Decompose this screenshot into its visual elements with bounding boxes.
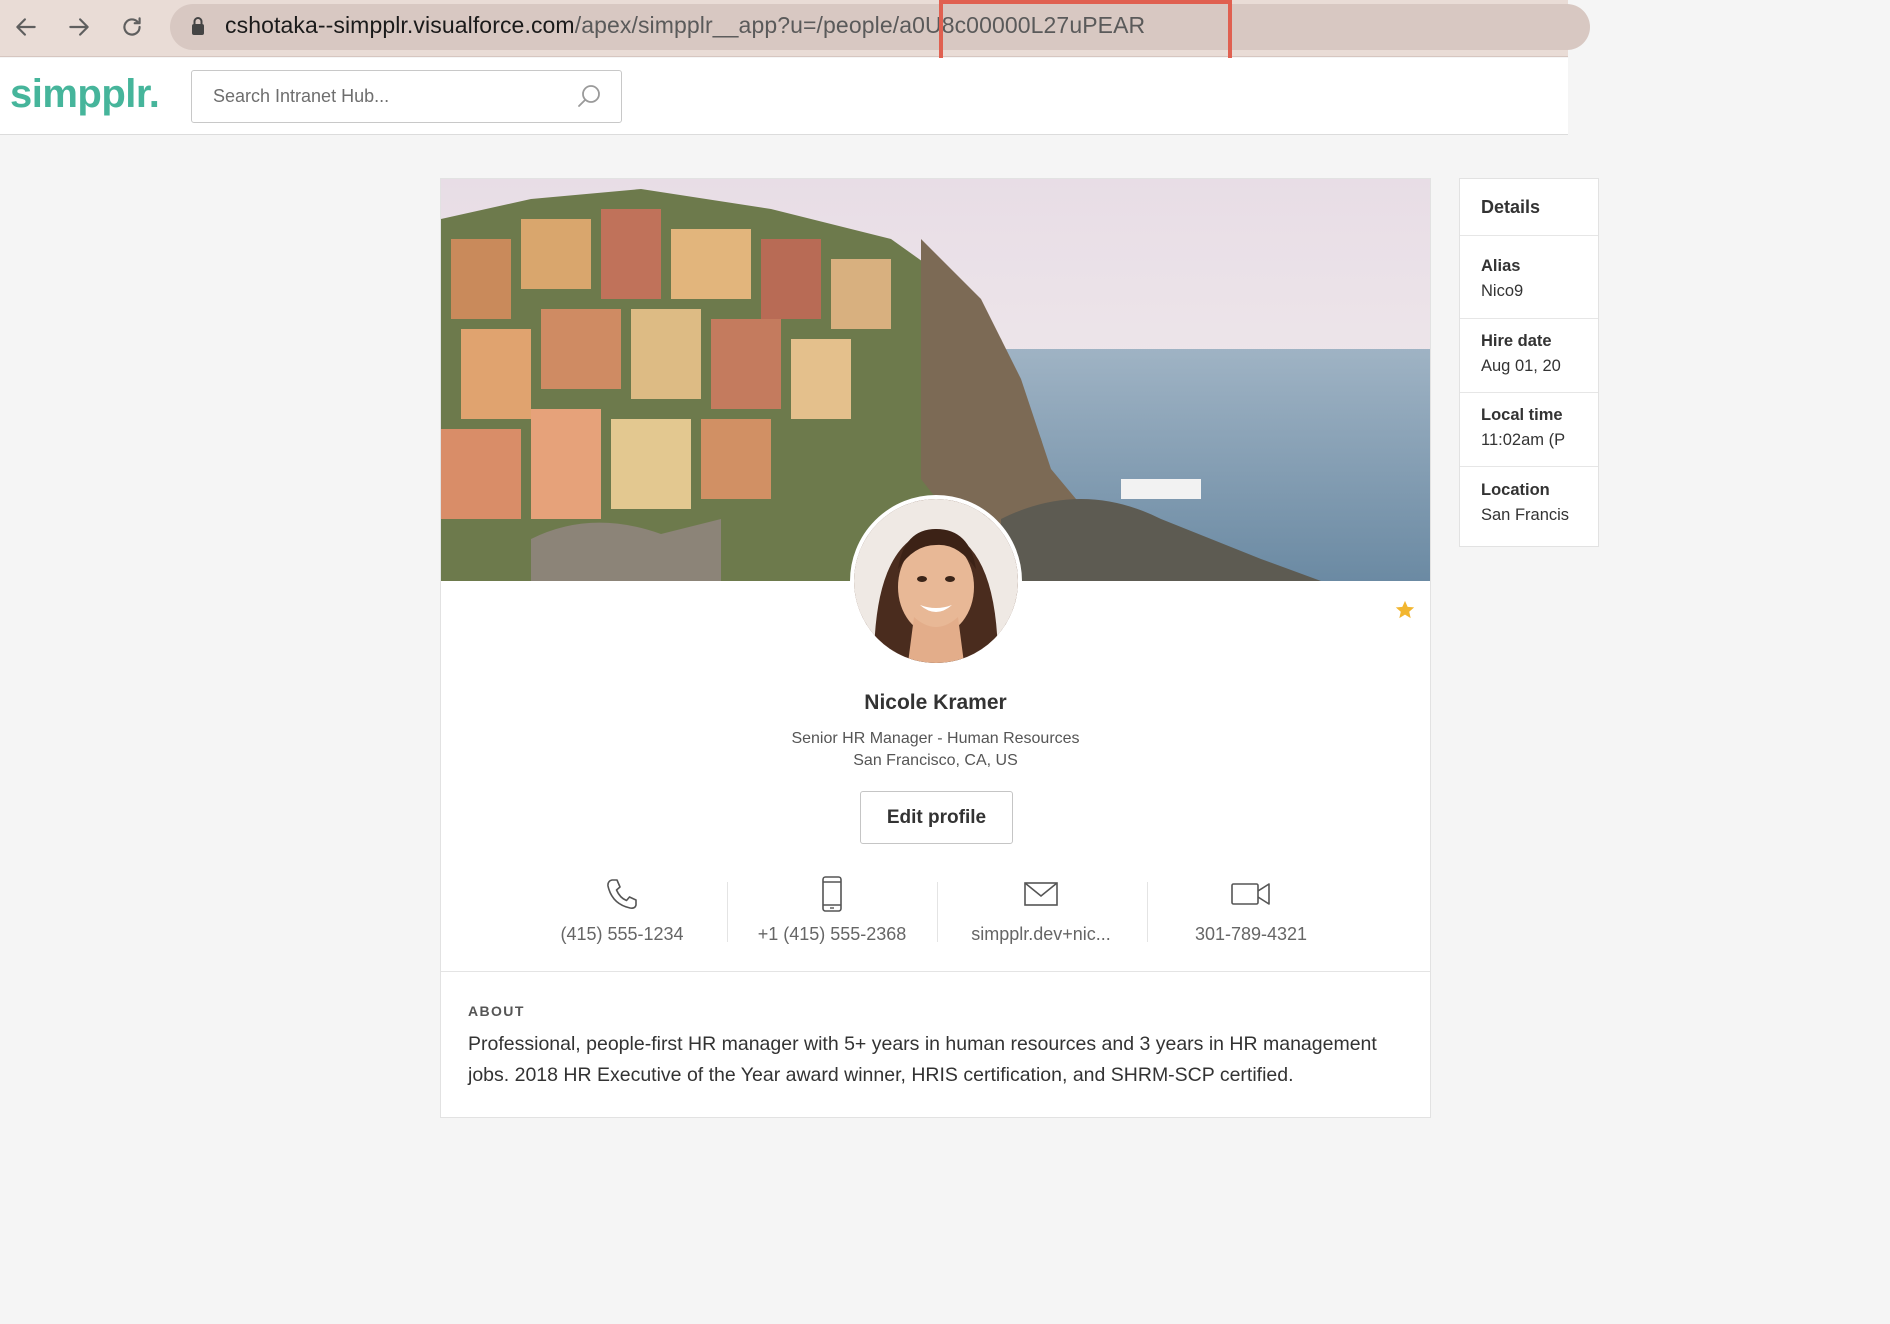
reload-button[interactable] [115,10,149,44]
edit-profile-button[interactable]: Edit profile [860,791,1013,844]
reload-icon [123,17,141,36]
detail-value: Nico9 [1481,282,1524,300]
url-host: cshotaka--simpplr.visualforce.com [225,12,575,38]
detail-value: 11:02am (P [1481,431,1566,449]
contact-phone[interactable]: (415) 555-1234 [517,876,727,956]
arrow-left-icon [16,18,36,36]
detail-label: Alias [1481,257,1521,275]
detail-value: Aug 01, 20 [1481,357,1561,375]
url-path: /apex/simpplr__app?u=/people/ [574,12,900,38]
profile-job-title: Senior HR Manager - Human Resources [791,730,1080,747]
details-divider [1460,392,1598,393]
arrow-right-icon [69,18,89,36]
details-heading: Details [1481,197,1541,217]
browser-toolbar: cshotaka--simpplr.visualforce.com/apex/s… [0,0,1590,63]
about-heading: ABOUT [468,1003,525,1019]
lock-icon [192,17,204,35]
contact-mobile-value: +1 (415) 555-2368 [757,924,907,944]
simpplr-logo[interactable]: simpplr. [10,72,160,117]
avatar [850,495,1022,667]
detail-location: Location San Francis [1481,481,1569,525]
favorite-star-icon[interactable] [1394,599,1416,621]
detail-label: Local time [1481,406,1563,424]
detail-hire-date: Hire date Aug 01, 20 [1481,332,1561,376]
profile-card: Nicole Kramer Senior HR Manager - Human … [440,178,1431,1118]
detail-value: San Francis [1481,506,1570,524]
contact-mobile[interactable]: +1 (415) 555-2368 [727,876,937,956]
contact-email[interactable]: simpplr.dev+nic... [936,876,1146,956]
search-input[interactable] [192,71,562,122]
search-box [191,70,622,123]
detail-label: Hire date [1481,332,1552,350]
details-divider [1460,235,1598,236]
about-text: Professional, people-first HR manager wi… [468,1033,1377,1086]
section-divider [441,971,1430,972]
video-icon [1231,883,1270,905]
phone-icon [607,879,637,909]
details-divider [1460,466,1598,467]
contact-video[interactable]: 301-789-4321 [1146,876,1356,956]
contact-email-value: simpplr.dev+nic... [971,924,1111,944]
url-id-highlight-box [939,0,1232,63]
detail-alias: Alias Nico9 [1481,257,1523,301]
app-header: simpplr. [0,58,1568,135]
email-icon [1024,882,1058,906]
contact-phone-value: (415) 555-1234 [560,924,684,944]
search-icon[interactable] [575,83,603,111]
profile-name: Nicole Kramer [864,691,1007,714]
profile-location: San Francisco, CA, US [853,752,1018,769]
profile-photo [854,499,1018,663]
contact-video-value: 301-789-4321 [1194,924,1308,944]
back-button[interactable] [9,10,43,44]
details-panel: Details Alias Nico9 Hire date Aug 01, 20… [1459,178,1599,547]
detail-local-time: Local time 11:02am (P [1481,406,1565,450]
details-divider [1460,318,1598,319]
detail-label: Location [1481,481,1550,499]
forward-button[interactable] [62,10,96,44]
mobile-icon [822,876,842,912]
